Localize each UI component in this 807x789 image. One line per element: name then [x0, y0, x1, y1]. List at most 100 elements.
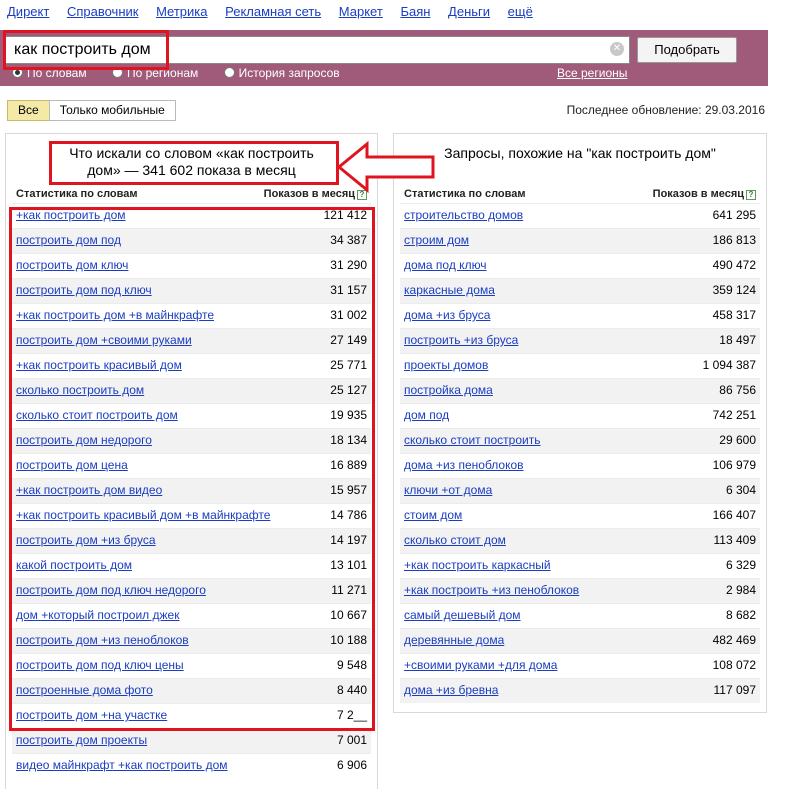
query-link[interactable]: дома +из пеноблоков [404, 458, 524, 473]
table-row: +как построить красивый дом +в майнкрафт… [12, 503, 371, 528]
impressions-count: 9 548 [336, 658, 367, 672]
query-link[interactable]: +как построить дом видео [16, 483, 162, 498]
query-link[interactable]: строительство домов [404, 208, 523, 223]
impressions-count: 8 440 [336, 683, 367, 697]
query-link[interactable]: построить дом цена [16, 458, 128, 473]
impressions-count: 106 979 [712, 458, 756, 472]
submit-button[interactable]: Подобрать [637, 37, 737, 63]
nav-link-direct[interactable]: Директ [7, 4, 49, 19]
table-row: строительство домов 641 295 [400, 203, 760, 228]
query-link[interactable]: дома под ключ [404, 258, 487, 273]
query-link[interactable]: +как построить дом +в майнкрафте [16, 308, 214, 323]
query-link[interactable]: постройка дома [404, 383, 493, 398]
table-row: +как построить дом 121 412 [12, 203, 371, 228]
impressions-count: 31 157 [330, 283, 367, 297]
search-input[interactable]: как построить дом [5, 36, 630, 64]
radio-by-words[interactable]: По словам [12, 66, 87, 80]
query-link[interactable]: сколько стоит построить [404, 433, 540, 448]
query-link[interactable]: сколько стоит построить дом [16, 408, 178, 423]
query-link[interactable]: деревянные дома [404, 633, 504, 648]
table-row: +как построить дом +в майнкрафте 31 002 [12, 303, 371, 328]
query-link[interactable]: построить дом под [16, 233, 121, 248]
query-link[interactable]: построить дом под ключ недорого [16, 583, 206, 598]
table-row: построить дом +на участке 7 2__ [12, 703, 371, 728]
table-row: +своими руками +для дома 108 072 [400, 653, 760, 678]
radio-by-regions[interactable]: По регионам [111, 66, 198, 80]
impressions-count: 186 813 [712, 233, 756, 247]
query-link[interactable]: +как построить красивый дом +в майнкрафт… [16, 508, 270, 523]
query-link[interactable]: построить дом проекты [16, 733, 147, 748]
impressions-count: 29 600 [719, 433, 756, 447]
nav-link-metrika[interactable]: Метрика [156, 4, 207, 19]
nav-link-market[interactable]: Маркет [339, 4, 383, 19]
help-icon[interactable]: ? [746, 190, 756, 200]
query-link[interactable]: самый дешевый дом [404, 608, 521, 623]
table-row: построить дом под ключ недорого 11 271 [12, 578, 371, 603]
query-link[interactable]: каркасные дома [404, 283, 495, 298]
close-circle-icon[interactable]: ✕ [610, 42, 624, 56]
impressions-count: 121 412 [323, 208, 367, 222]
query-link[interactable]: ключи +от дома [404, 483, 492, 498]
query-link[interactable]: +как построить каркасный [404, 558, 551, 573]
query-link[interactable]: построить +из бруса [404, 333, 518, 348]
nav-link-ad-network[interactable]: Рекламная сеть [225, 4, 321, 19]
query-link[interactable]: +как построить +из пеноблоков [404, 583, 579, 598]
left-rows: +как построить дом 121 412 построить дом п… [12, 203, 371, 778]
query-link[interactable]: построенные дома фото [16, 683, 153, 698]
nav-link-reference[interactable]: Справочник [67, 4, 139, 19]
query-link[interactable]: построить дом +из бруса [16, 533, 156, 548]
tab-mobile-only[interactable]: Только мобильные [48, 100, 176, 121]
table-row: +как построить красивый дом 25 771 [12, 353, 371, 378]
query-link[interactable]: какой построить дом [16, 558, 132, 573]
impressions-count: 18 134 [330, 433, 367, 447]
nav-link-money[interactable]: Деньги [448, 4, 490, 19]
query-link[interactable]: +своими руками +для дома [404, 658, 557, 673]
query-link[interactable]: построить дом ключ [16, 258, 128, 273]
nav-link-bayan[interactable]: Баян [400, 4, 430, 19]
radio-dot-icon [12, 67, 23, 78]
impressions-count: 25 127 [330, 383, 367, 397]
query-link[interactable]: построить дом +на участке [16, 708, 167, 723]
query-link[interactable]: видео майнкрафт +как построить дом [16, 758, 228, 773]
tab-all[interactable]: Все [7, 100, 50, 121]
impressions-count: 117 097 [713, 683, 757, 697]
right-panel: Запросы, похожие на "как построить дом" … [393, 133, 767, 713]
impressions-count: 86 756 [719, 383, 756, 397]
impressions-count: 108 072 [712, 658, 756, 672]
query-link[interactable]: стоим дом [404, 508, 462, 523]
nav-link-more[interactable]: ещё [508, 4, 533, 19]
query-link[interactable]: +как построить красивый дом [16, 358, 182, 373]
impressions-count: 7 001 [336, 733, 367, 747]
table-row: дома +из пеноблоков 106 979 [400, 453, 760, 478]
impressions-count: 359 124 [712, 283, 756, 297]
help-icon[interactable]: ? [357, 190, 367, 200]
query-link[interactable]: построить дом недорого [16, 433, 152, 448]
query-link[interactable]: построить дом под ключ [16, 283, 152, 298]
impressions-count: 27 149 [330, 333, 367, 347]
table-row: +как построить +из пеноблоков 2 984 [400, 578, 760, 603]
query-link[interactable]: +как построить дом [16, 208, 126, 223]
query-link[interactable]: построить дом под ключ цены [16, 658, 184, 673]
impressions-count: 31 002 [330, 308, 367, 322]
query-link[interactable]: строим дом [404, 233, 469, 248]
query-link[interactable]: сколько стоит дом [404, 533, 506, 548]
table-row: дома под ключ 490 472 [400, 253, 760, 278]
query-link[interactable]: дом под [404, 408, 449, 423]
table-row: построить дом +из бруса 14 197 [12, 528, 371, 553]
query-link[interactable]: построить дом +своими руками [16, 333, 192, 348]
table-row: построить дом недорого 18 134 [12, 428, 371, 453]
radio-query-history[interactable]: История запросов [223, 66, 340, 80]
all-regions-link[interactable]: Все регионы [557, 66, 627, 80]
query-link[interactable]: построить дом +из пеноблоков [16, 633, 189, 648]
query-link[interactable]: проекты домов [404, 358, 488, 373]
radio-label: По словам [27, 66, 87, 80]
query-link[interactable]: сколько построить дом [16, 383, 144, 398]
impressions-count: 15 957 [330, 483, 367, 497]
table-row: +как построить каркасный 6 329 [400, 553, 760, 578]
query-link[interactable]: дома +из бревна [404, 683, 498, 698]
query-link[interactable]: дома +из бруса [404, 308, 490, 323]
query-link[interactable]: дом +который построил джек [16, 608, 179, 623]
impressions-count: 742 251 [712, 408, 756, 422]
right-rows: строительство домов 641 295 строим дом 186 … [400, 203, 760, 703]
left-panel-title: Что искали со словом «как построить дом»… [6, 134, 377, 188]
